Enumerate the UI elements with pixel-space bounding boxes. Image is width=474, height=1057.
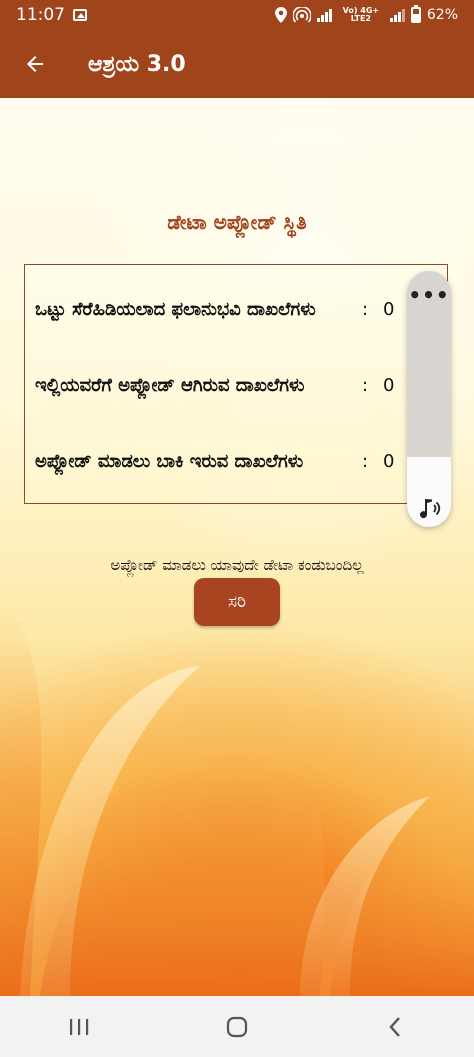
stat-row-total-captured: ಒಟ್ಟು ಸೆರೆಹಿಡಿಯಲಾದ ಫಲಾನುಭವಿ ದಾಖಲೆಗಳು : 0 — [35, 291, 435, 329]
speaker-music-icon[interactable] — [415, 493, 443, 521]
home-button[interactable] — [207, 1002, 267, 1052]
signal-strength-icon — [316, 8, 332, 22]
gallery-notification-icon — [73, 9, 87, 21]
system-navigation-bar — [0, 996, 474, 1057]
stat-row-pending: ಅಪ್ಲೋಡ್ ಮಾಡಲು ಬಾಕಿ ಇರುವ ದಾಖಲೆಗಳು : 0 — [35, 443, 435, 481]
network-type-label: Vo) 4G+ LTE2 — [342, 6, 380, 23]
home-icon — [226, 1016, 248, 1037]
hotspot-icon — [292, 7, 311, 23]
stat-label: ಒಟ್ಟು ಸೆರೆಹಿಡಿಯಲಾದ ಫಲಾನುಭವಿ ದಾಖಲೆಗಳು — [35, 299, 316, 320]
stat-row-uploaded: ಇಲ್ಲಿಯವರೆಗೆ ಅಪ್ಲೋಡ್ ಆಗಿರುವ ದಾಖಲೆಗಳು : 0 — [35, 367, 435, 405]
main-content: ಡೇಟಾ ಅಪ್ಲೋಡ್ ಸ್ಥಿತಿ ಒಟ್ಟು ಸೆರೆಹಿಡಿಯಲಾದ ಫ… — [0, 98, 474, 996]
status-bar: 11:07 Vo) 4G+ LTE2 62% — [0, 0, 474, 30]
upload-status-title: ಡೇಟಾ ಅಪ್ಲೋಡ್ ಸ್ಥಿತಿ — [167, 210, 307, 234]
stat-colon: : — [361, 375, 369, 396]
floating-audio-widget[interactable]: ••• — [407, 271, 451, 527]
no-data-message: ಅಪ್ಲೋಡ್ ಮಾಡಲು ಯಾವುದೇ ಡೇಟಾ ಕಂಡುಬಂದಿಲ್ಲ — [110, 556, 364, 574]
more-options-icon[interactable]: ••• — [407, 283, 451, 307]
nav-back-button[interactable] — [365, 1002, 425, 1052]
stat-colon: : — [361, 299, 369, 320]
background-wave-decoration — [0, 596, 474, 996]
recents-button[interactable] — [49, 1002, 109, 1052]
stat-colon: : — [361, 451, 369, 472]
stat-label: ಇಲ್ಲಿಯವರೆಗೆ ಅಪ್ಲೋಡ್ ಆಗಿರುವ ದಾಖಲೆಗಳು — [35, 375, 305, 396]
battery-percentage: 62% — [426, 7, 458, 23]
stat-label: ಅಪ್ಲೋಡ್ ಮಾಡಲು ಬಾಕಿ ಇರುವ ದಾಖಲೆಗಳು — [35, 451, 304, 472]
app-bar: ಆಶ್ರಯ 3.0 — [0, 30, 474, 98]
upload-stats-card: ಒಟ್ಟು ಸೆರೆಹಿಡಿಯಲಾದ ಫಲಾನುಭವಿ ದಾಖಲೆಗಳು : 0… — [24, 264, 448, 504]
status-time: 11:07 — [16, 5, 65, 25]
ok-button[interactable]: ಸರಿ — [194, 578, 280, 626]
battery-icon — [410, 5, 421, 23]
recents-icon — [70, 1018, 89, 1035]
back-button[interactable] — [0, 30, 70, 98]
back-chevron-icon — [389, 1016, 400, 1037]
app-title: ಆಶ್ರಯ 3.0 — [88, 51, 186, 77]
signal-strength-2-icon — [389, 8, 405, 22]
location-icon — [274, 7, 287, 23]
arrow-left-icon — [27, 56, 43, 72]
